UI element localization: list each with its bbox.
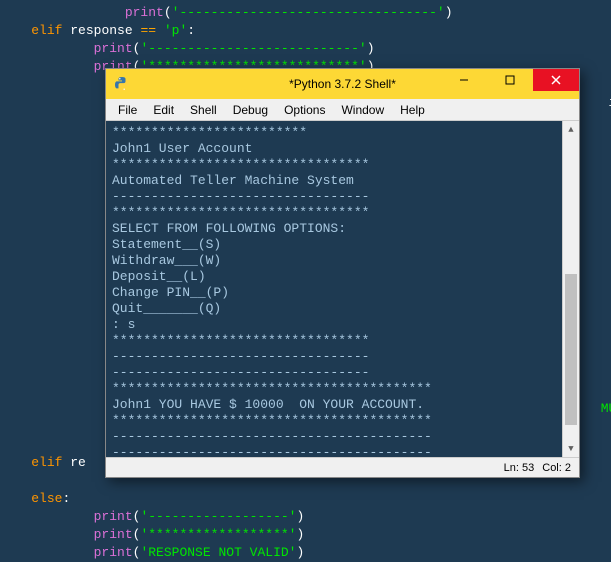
maximize-button[interactable] bbox=[487, 69, 533, 91]
line-indicator: Ln: 53 bbox=[504, 462, 535, 474]
menu-options[interactable]: Options bbox=[276, 101, 333, 119]
close-button[interactable] bbox=[533, 69, 579, 91]
menubar: FileEditShellDebugOptionsWindowHelp bbox=[106, 99, 579, 121]
scroll-down-icon[interactable]: ▼ bbox=[563, 440, 579, 457]
python-icon bbox=[114, 76, 130, 92]
shell-output[interactable]: ************************* John1 User Acc… bbox=[106, 121, 562, 457]
column-indicator: Col: 2 bbox=[542, 462, 571, 474]
menu-window[interactable]: Window bbox=[333, 101, 392, 119]
menu-file[interactable]: File bbox=[110, 101, 145, 119]
scroll-up-icon[interactable]: ▲ bbox=[563, 121, 579, 138]
scroll-thumb[interactable] bbox=[565, 274, 577, 425]
scrollbar[interactable]: ▲ ▼ bbox=[562, 121, 579, 457]
statusbar: Ln: 53 Col: 2 bbox=[106, 457, 579, 477]
menu-edit[interactable]: Edit bbox=[145, 101, 182, 119]
scroll-track[interactable] bbox=[563, 138, 579, 440]
minimize-button[interactable] bbox=[441, 69, 487, 91]
python-shell-window: *Python 3.7.2 Shell* FileEditShellDebugO… bbox=[105, 68, 580, 478]
menu-shell[interactable]: Shell bbox=[182, 101, 225, 119]
titlebar[interactable]: *Python 3.7.2 Shell* bbox=[106, 69, 579, 99]
menu-help[interactable]: Help bbox=[392, 101, 433, 119]
menu-debug[interactable]: Debug bbox=[225, 101, 276, 119]
